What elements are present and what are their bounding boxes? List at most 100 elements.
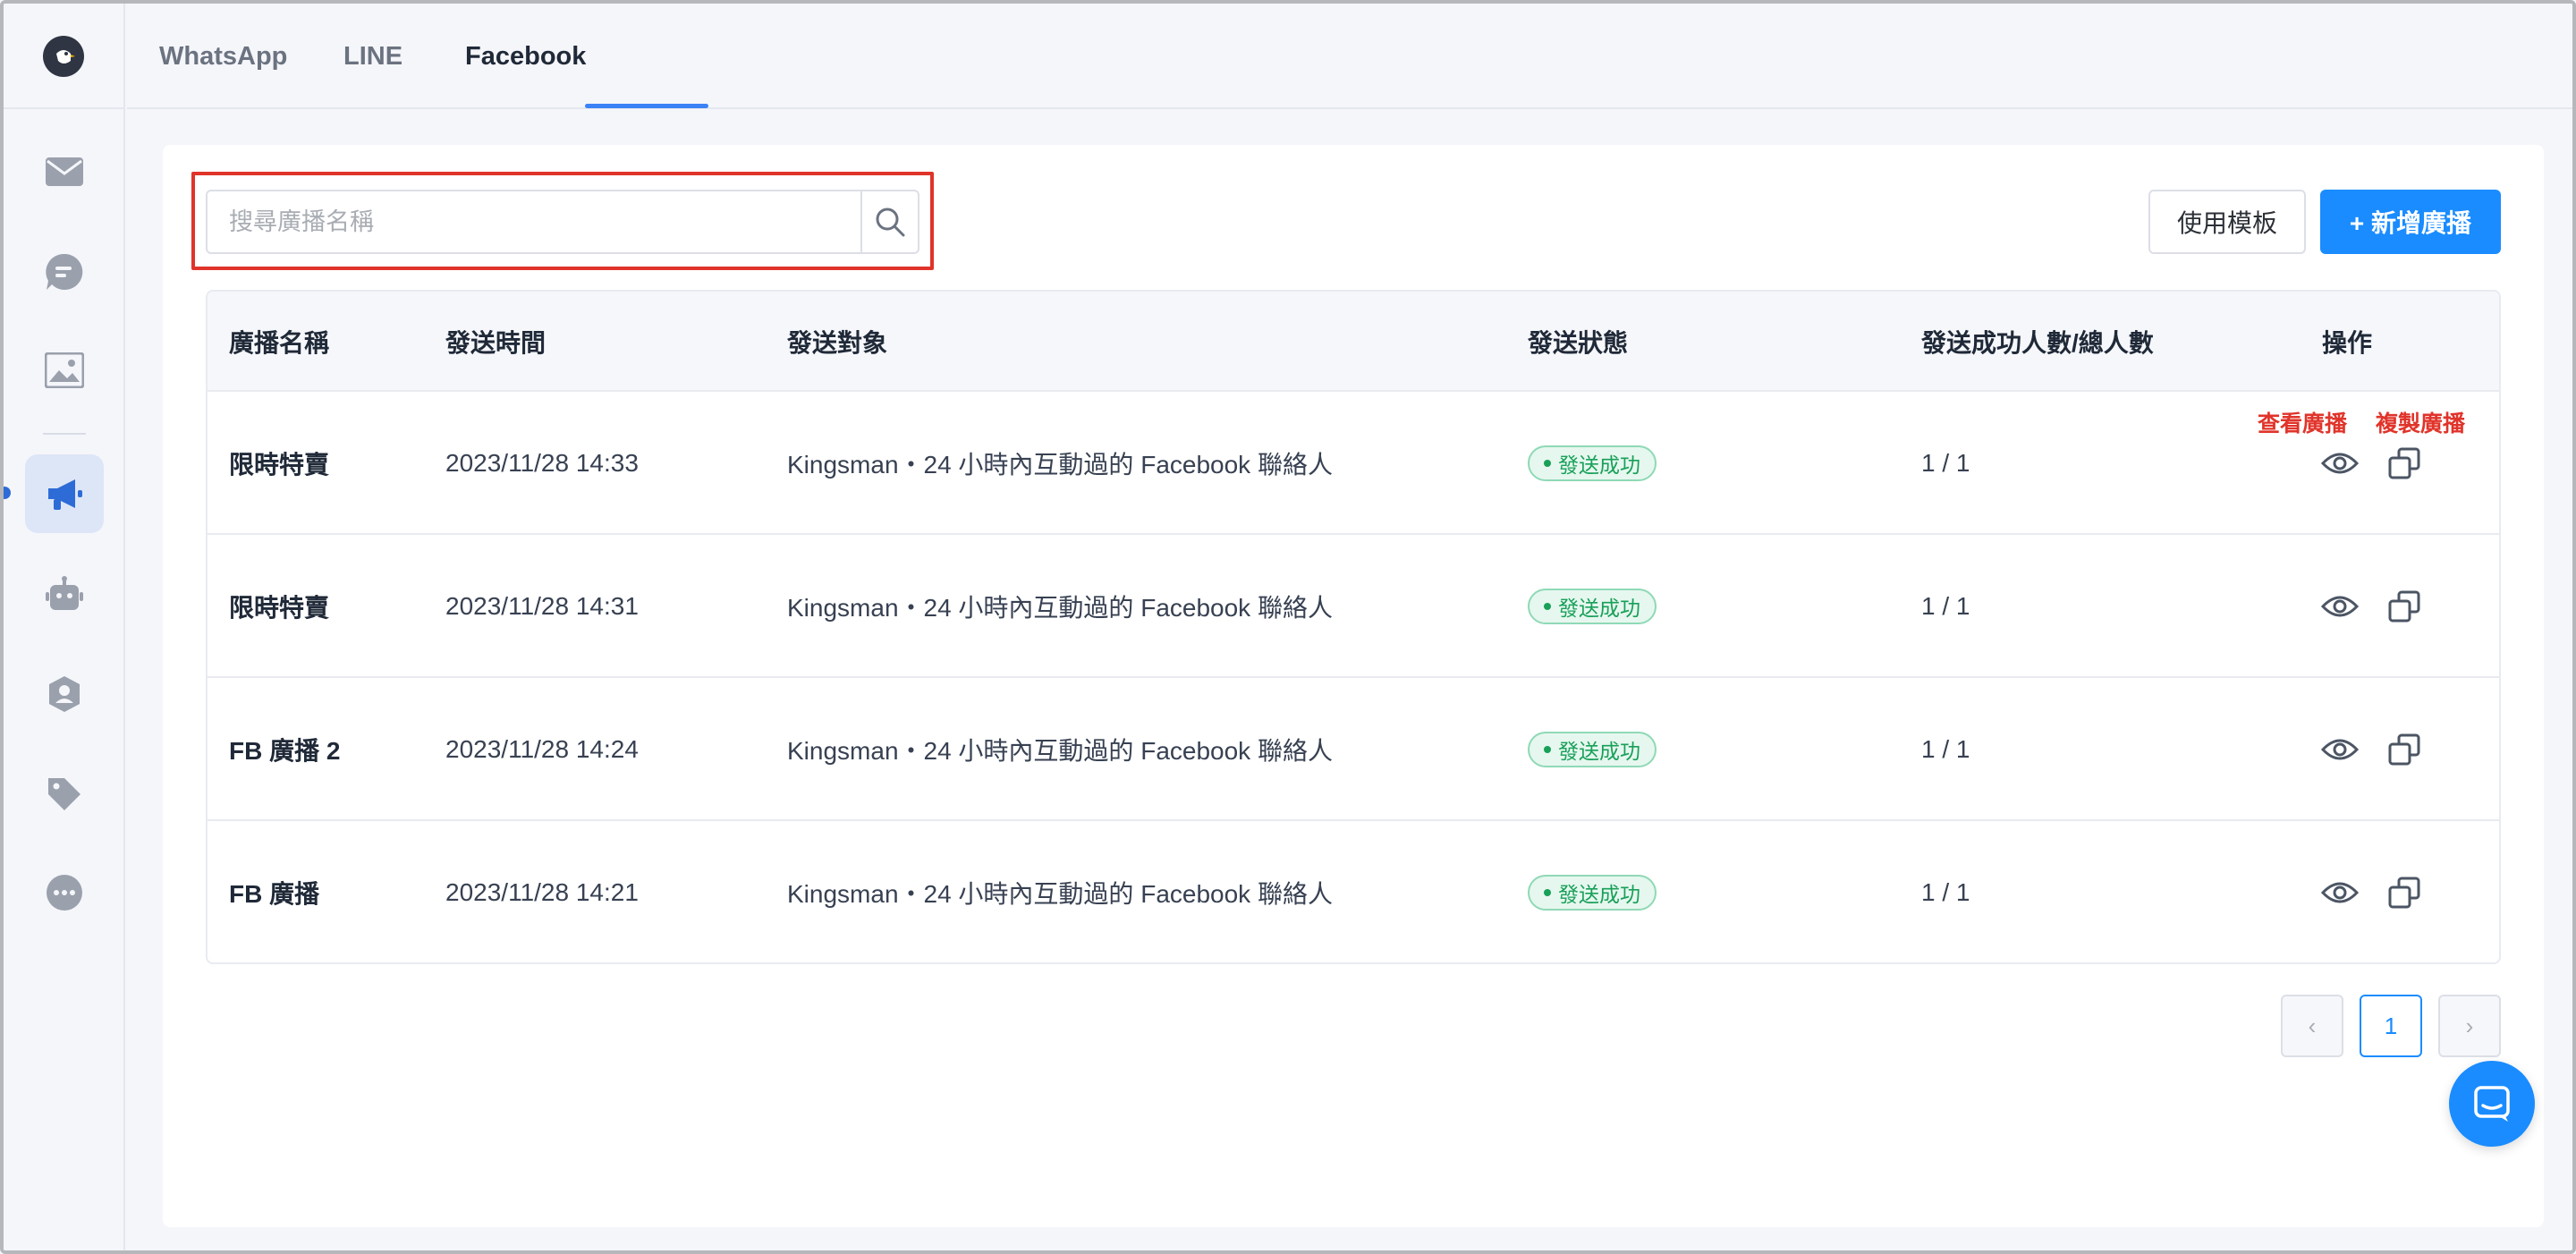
table-row: FB 廣播 2 2023/11/28 14:24 Kingsman・24 小時內… [208,678,2499,821]
success-count: 1 / 1 [1921,449,1970,477]
send-time: 2023/11/28 14:33 [445,449,639,477]
status-text: 發送成功 [1558,597,1640,620]
eye-icon [2321,882,2359,903]
message-icon [2474,1086,2510,1122]
broadcast-name: 限時特賣 [229,594,330,622]
copy-icon [2388,733,2420,766]
mail-icon [46,157,83,186]
send-target: Kingsman・24 小時內互動過的 Facebook 聯絡人 [787,451,1333,479]
header-target: 發送對象 [787,329,888,357]
send-target: Kingsman・24 小時內互動過的 Facebook 聯絡人 [787,594,1333,622]
send-time: 2023/11/28 14:21 [445,878,639,906]
table-header: 廣播名稱 發送時間 發送對象 發送狀態 發送成功人數/總人數 操作 [208,292,2499,392]
page-button-current[interactable]: 1 [2360,995,2422,1057]
status-cell: 發送成功 [1528,535,1657,678]
search-input[interactable] [208,191,860,252]
copy-broadcast-annotation: 複製廣播 [2376,411,2466,436]
sidebar-item-tags[interactable] [25,755,104,834]
status-dot [1544,889,1551,896]
header-actions: 操作 [2322,329,2373,357]
chat-icon [46,253,83,290]
success-count: 1 / 1 [1921,735,1970,763]
app-logo[interactable] [43,36,84,77]
view-broadcast-button[interactable] [2320,444,2360,483]
broadcast-name: FB 廣播 2 [229,737,341,765]
next-page-button[interactable]: › [2438,995,2501,1057]
image-icon [45,352,84,388]
success-count: 1 / 1 [1921,878,1970,906]
tab-facebook[interactable]: Facebook [465,4,586,109]
table-row: 限時特賣 2023/11/28 14:33 Kingsman・24 小時內互動過… [208,392,2499,535]
sidebar-item-media[interactable] [25,331,104,410]
app-window: WhatsApp LINE Facebook 使用模板 + 新增廣播 廣播名稱 … [0,0,2576,1254]
header-status: 發送狀態 [1528,329,1629,357]
status-badge: 發送成功 [1528,732,1657,767]
header-time: 發送時間 [445,329,547,357]
bird-logo-icon [49,42,78,71]
eye-icon [2321,739,2359,760]
sidebar-item-inbox[interactable] [25,132,104,211]
view-broadcast-button[interactable] [2320,873,2360,912]
use-template-button[interactable]: 使用模板 [2148,190,2306,254]
support-chat-button[interactable] [2449,1061,2535,1147]
success-count: 1 / 1 [1921,592,1970,620]
sidebar-item-contacts[interactable] [25,655,104,733]
copy-icon [2388,877,2420,909]
broadcast-name: 限時特賣 [229,451,330,479]
prev-page-button[interactable]: ‹ [2281,995,2343,1057]
header-name: 廣播名稱 [229,329,330,357]
send-target: Kingsman・24 小時內互動過的 Facebook 聯絡人 [787,880,1333,908]
view-broadcast-button[interactable] [2320,730,2360,769]
status-cell: 發送成功 [1528,821,1657,962]
copy-broadcast-button[interactable] [2385,873,2424,912]
header-count: 發送成功人數/總人數 [1921,329,2154,357]
new-broadcast-button[interactable]: + 新增廣播 [2320,190,2501,254]
status-dot [1544,460,1551,467]
send-target: Kingsman・24 小時內互動過的 Facebook 聯絡人 [787,737,1333,765]
sidebar [4,4,125,1250]
status-dot [1544,603,1551,610]
table-row: FB 廣播 2023/11/28 14:21 Kingsman・24 小時內互動… [208,821,2499,962]
more-icon [47,875,82,911]
sidebar-item-chat[interactable] [25,233,104,311]
status-badge: 發送成功 [1528,589,1657,624]
status-text: 發送成功 [1558,883,1640,906]
contact-shield-icon [49,676,80,712]
active-tab-underline [585,104,708,108]
broadcast-table: 廣播名稱 發送時間 發送對象 發送狀態 發送成功人數/總人數 操作 限時特賣 2… [206,290,2501,964]
send-time: 2023/11/28 14:24 [445,735,639,763]
status-badge: 發送成功 [1528,875,1657,911]
sidebar-item-broadcast[interactable] [25,454,104,533]
search-button[interactable] [860,191,918,252]
eye-icon [2321,453,2359,474]
copy-broadcast-button[interactable] [2385,444,2424,483]
eye-icon [2321,596,2359,617]
bot-icon [46,576,83,610]
table-row: 限時特賣 2023/11/28 14:31 Kingsman・24 小時內互動過… [208,535,2499,678]
copy-icon [2388,590,2420,623]
megaphone-icon [48,479,82,510]
tab-whatsapp[interactable]: WhatsApp [159,4,287,109]
sidebar-separator [4,107,125,109]
status-text: 發送成功 [1558,740,1640,763]
sidebar-divider [43,433,86,435]
active-indicator [4,487,11,499]
tag-icon [48,778,80,810]
status-dot [1544,746,1551,753]
status-badge: 發送成功 [1528,445,1657,481]
status-text: 發送成功 [1558,453,1640,477]
status-cell: 發送成功 [1528,678,1657,821]
status-cell: 發送成功 [1528,392,1657,535]
copy-broadcast-button[interactable] [2385,730,2424,769]
search-bar [206,190,919,254]
view-broadcast-annotation: 查看廣播 [2258,411,2348,436]
view-broadcast-button[interactable] [2320,587,2360,626]
sidebar-item-more[interactable] [25,853,104,932]
sidebar-item-bot[interactable] [25,555,104,633]
copy-broadcast-button[interactable] [2385,587,2424,626]
tab-line[interactable]: LINE [343,4,402,109]
copy-icon [2388,447,2420,479]
send-time: 2023/11/28 14:31 [445,592,639,620]
search-icon [876,208,905,237]
broadcast-name: FB 廣播 [229,880,320,908]
